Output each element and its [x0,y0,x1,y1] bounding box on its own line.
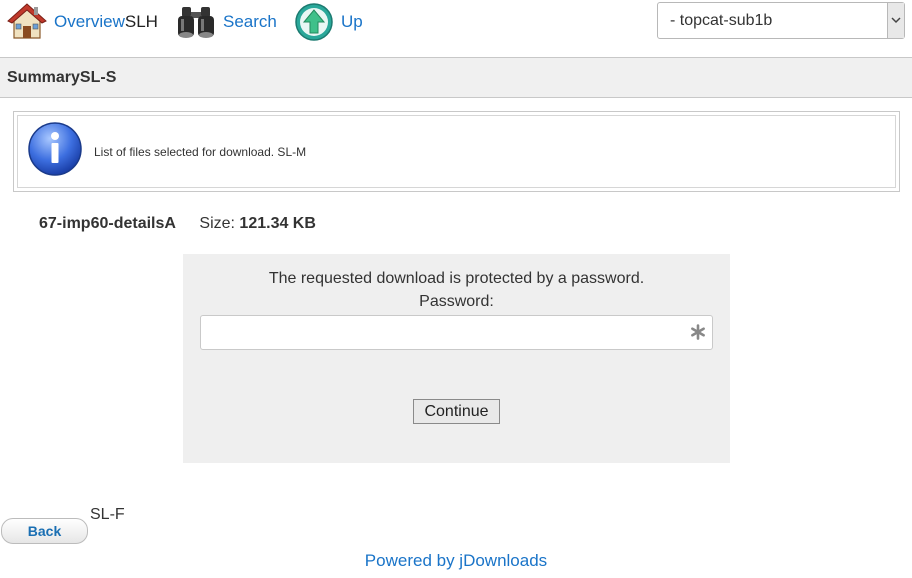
info-message: List of files selected for download. SL-… [94,144,307,159]
overview-link[interactable]: Overview SLH [6,0,158,44]
password-field-wrap [200,315,713,350]
overview-suffix: SLH [124,12,158,31]
summary-header: SummarySL-S [0,57,912,98]
file-size-label: Size: [199,215,235,232]
up-link[interactable]: Up [293,0,363,44]
file-info: 67-imp60-detailsA Size: 121.34 KB [39,215,316,233]
continue-button[interactable]: Continue [413,399,500,424]
password-label: Password: [419,293,494,310]
file-name: 67-imp60-detailsA [39,215,176,232]
password-input[interactable] [201,316,712,349]
search-link[interactable]: Search [175,0,277,44]
up-arrow-icon [293,1,335,43]
info-box: List of files selected for download. SL-… [13,111,900,192]
footer-note: SL-F [90,506,125,523]
chevron-down-icon[interactable] [887,3,904,38]
info-box-inner: List of files selected for download. SL-… [17,115,896,188]
info-icon [26,120,84,183]
back-button[interactable]: Back [1,518,88,544]
password-panel: The requested download is protected by a… [183,254,730,463]
asterisk-icon [690,324,706,340]
summary-title: SummarySL-S [7,68,117,86]
up-label[interactable]: Up [341,12,363,32]
file-size-value: 121.34 KB [239,215,316,232]
binoculars-icon [175,1,217,43]
category-select-value[interactable]: - topcat-sub1b [658,12,887,30]
powered-by-link[interactable]: Powered by jDownloads [0,551,912,571]
search-label[interactable]: Search [223,12,277,32]
category-select[interactable]: - topcat-sub1b [657,2,905,39]
overview-label[interactable]: Overview [54,12,125,32]
home-icon [6,1,48,43]
password-message: The requested download is protected by a… [268,270,645,287]
top-nav: Overview SLH Search Up - topcat-sub1b [0,0,912,57]
